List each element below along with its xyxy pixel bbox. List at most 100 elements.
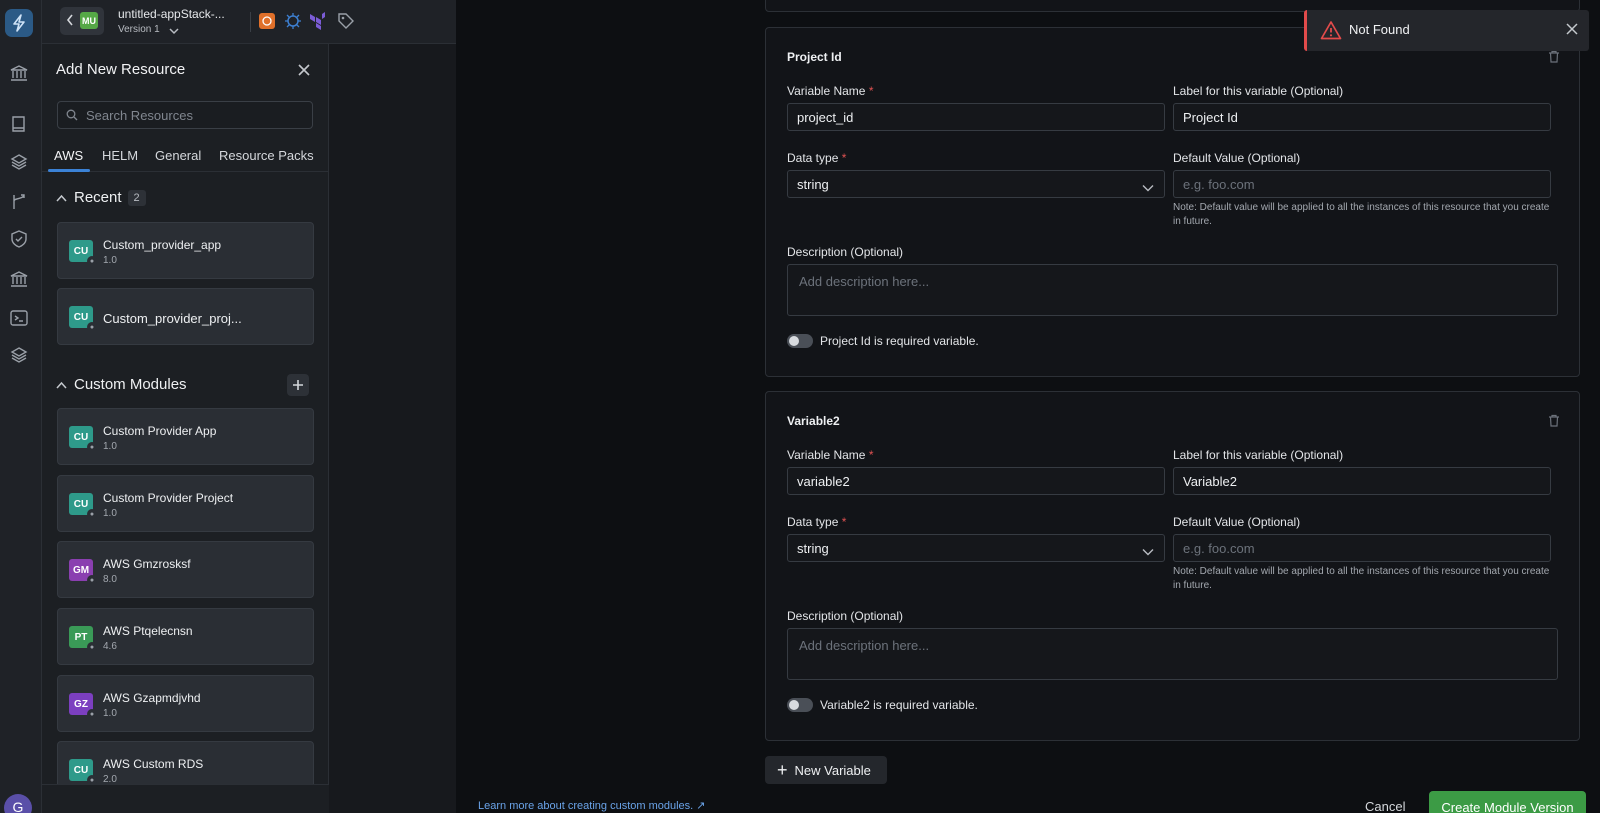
resource-card[interactable]: CU ● Custom_provider_proj... xyxy=(57,288,314,345)
tab-general[interactable]: General xyxy=(155,148,201,163)
new-variable-label: New Variable xyxy=(794,762,871,778)
module-card[interactable]: GM ● AWS Gmzrosksf 8.0 xyxy=(57,541,314,598)
merge-icon[interactable] xyxy=(9,192,29,212)
app-badge: MU xyxy=(80,12,98,29)
close-icon[interactable] xyxy=(1566,23,1578,38)
helm-icon[interactable] xyxy=(284,12,302,30)
data-type-select[interactable]: string xyxy=(787,170,1165,198)
module-version: 1.0 xyxy=(103,508,117,519)
user-avatar[interactable]: G xyxy=(4,794,32,813)
module-badge: PT ● xyxy=(69,626,97,652)
variable-label-label: Label for this variable (Optional) xyxy=(1173,84,1344,98)
tab-aws[interactable]: AWS xyxy=(54,148,83,163)
search-icon xyxy=(66,109,78,124)
user-icon: ● xyxy=(87,322,97,332)
external-link-icon: ↗ xyxy=(696,800,706,812)
module-name: Custom Provider Project xyxy=(103,491,234,505)
add-resource-panel: Add New Resource AWS HELM General Resour… xyxy=(42,44,329,813)
divider xyxy=(250,12,251,32)
data-type-value: string xyxy=(797,540,829,556)
description-textarea[interactable]: Add description here... xyxy=(787,628,1558,680)
module-name: Custom Provider App xyxy=(103,424,217,438)
chevron-up-icon xyxy=(56,189,68,206)
stack-icon[interactable] xyxy=(9,345,29,365)
variable-label-label: Label for this variable (Optional) xyxy=(1173,448,1344,462)
default-value-note: Note: Default value will be applied to a… xyxy=(1173,566,1550,591)
app-title[interactable]: untitled-appStack-... xyxy=(118,7,225,21)
bank-icon[interactable] xyxy=(9,63,29,83)
chevron-down-icon[interactable] xyxy=(168,24,180,39)
module-card[interactable]: CU ● Custom Provider App 1.0 xyxy=(57,408,314,465)
toast-message: Not Found xyxy=(1349,22,1410,37)
default-value-label: Default Value (Optional) xyxy=(1173,515,1301,529)
plus-icon: + xyxy=(777,760,788,780)
data-type-label: Data type * xyxy=(787,515,847,529)
resource-tabs: AWS HELM General Resource Packs xyxy=(42,138,329,172)
user-icon: ● xyxy=(87,642,97,652)
panel-title: Add New Resource xyxy=(56,61,186,78)
module-card[interactable]: CU ● Custom Provider Project 1.0 xyxy=(57,475,314,532)
close-icon[interactable] xyxy=(297,63,311,80)
variable-label-input[interactable]: Variable2 xyxy=(1173,467,1551,495)
module-card[interactable]: GZ ● AWS Gzapmdjvhd 1.0 xyxy=(57,675,314,732)
app-logo-icon[interactable] xyxy=(5,9,33,37)
search-input[interactable] xyxy=(57,101,313,129)
canvas-area xyxy=(329,44,456,813)
variable-name-label: Variable Name * xyxy=(787,448,874,462)
custom-modules-section-header[interactable]: Custom Modules xyxy=(56,376,187,393)
variable-name-input[interactable]: variable2 xyxy=(787,467,1165,495)
module-badge: CU ● xyxy=(69,759,97,785)
module-name: AWS Gzapmdjvhd xyxy=(103,691,201,705)
data-type-select[interactable]: string xyxy=(787,534,1165,562)
resource-name: Custom_provider_proj... xyxy=(103,311,242,326)
user-icon: ● xyxy=(87,256,97,266)
chevron-left-icon xyxy=(66,14,74,29)
trash-icon[interactable] xyxy=(1548,414,1560,430)
recent-count-badge: 2 xyxy=(127,190,146,206)
module-version: 8.0 xyxy=(103,574,117,585)
variable-card: Project Id Variable Name * project_id La… xyxy=(765,27,1580,377)
tag-icon[interactable] xyxy=(337,12,355,30)
shield-icon[interactable] xyxy=(9,229,29,249)
warning-icon xyxy=(1320,20,1342,43)
user-icon: ● xyxy=(87,709,97,719)
chevron-down-icon xyxy=(1142,180,1154,195)
module-card[interactable]: PT ● AWS Ptqelecnsn 4.6 xyxy=(57,608,314,665)
module-badge: GZ ● xyxy=(69,693,97,719)
layers-icon[interactable] xyxy=(9,152,29,172)
new-variable-button[interactable]: + New Variable xyxy=(765,756,887,784)
default-value-input[interactable]: e.g. foo.com xyxy=(1173,170,1551,198)
aws-provider-icon[interactable] xyxy=(258,12,276,30)
recent-label: Recent xyxy=(74,189,122,206)
error-toast: Not Found xyxy=(1304,10,1589,51)
institution-icon[interactable] xyxy=(9,269,29,289)
create-module-version-button[interactable]: Create Module Version xyxy=(1429,791,1586,813)
recent-section-header[interactable]: Recent 2 xyxy=(56,189,146,206)
add-module-button[interactable] xyxy=(287,374,309,396)
trash-icon[interactable] xyxy=(1548,50,1560,66)
description-textarea[interactable]: Add description here... xyxy=(787,264,1558,316)
user-icon: ● xyxy=(87,575,97,585)
data-type-value: string xyxy=(797,176,829,192)
terraform-icon[interactable] xyxy=(308,12,326,30)
terminal-icon[interactable] xyxy=(9,308,29,328)
resource-badge: CU ● xyxy=(69,240,97,266)
cancel-button[interactable]: Cancel xyxy=(1365,799,1405,813)
resource-card[interactable]: CU ● Custom_provider_app 1.0 xyxy=(57,222,314,279)
back-button[interactable]: MU xyxy=(60,7,104,35)
variable-card: Variable2 Variable Name * variable2 Labe… xyxy=(765,391,1580,741)
default-value-input[interactable]: e.g. foo.com xyxy=(1173,534,1551,562)
book-icon[interactable] xyxy=(9,114,29,134)
variable-label-input[interactable]: Project Id xyxy=(1173,103,1551,131)
required-toggle[interactable] xyxy=(787,334,813,348)
tab-helm[interactable]: HELM xyxy=(102,148,138,163)
module-name: AWS Custom RDS xyxy=(103,757,204,771)
required-toggle-label: Project Id is required variable. xyxy=(820,334,979,348)
tab-resource-packs[interactable]: Resource Packs xyxy=(219,148,314,163)
variable-name-input[interactable]: project_id xyxy=(787,103,1165,131)
required-toggle[interactable] xyxy=(787,698,813,712)
variables-editor: Project Id Variable Name * project_id La… xyxy=(456,0,1600,813)
version-selector[interactable]: Version 1 xyxy=(118,24,160,35)
learn-more-link[interactable]: Learn more about creating custom modules… xyxy=(478,799,706,812)
resource-name: Custom_provider_app xyxy=(103,238,222,252)
